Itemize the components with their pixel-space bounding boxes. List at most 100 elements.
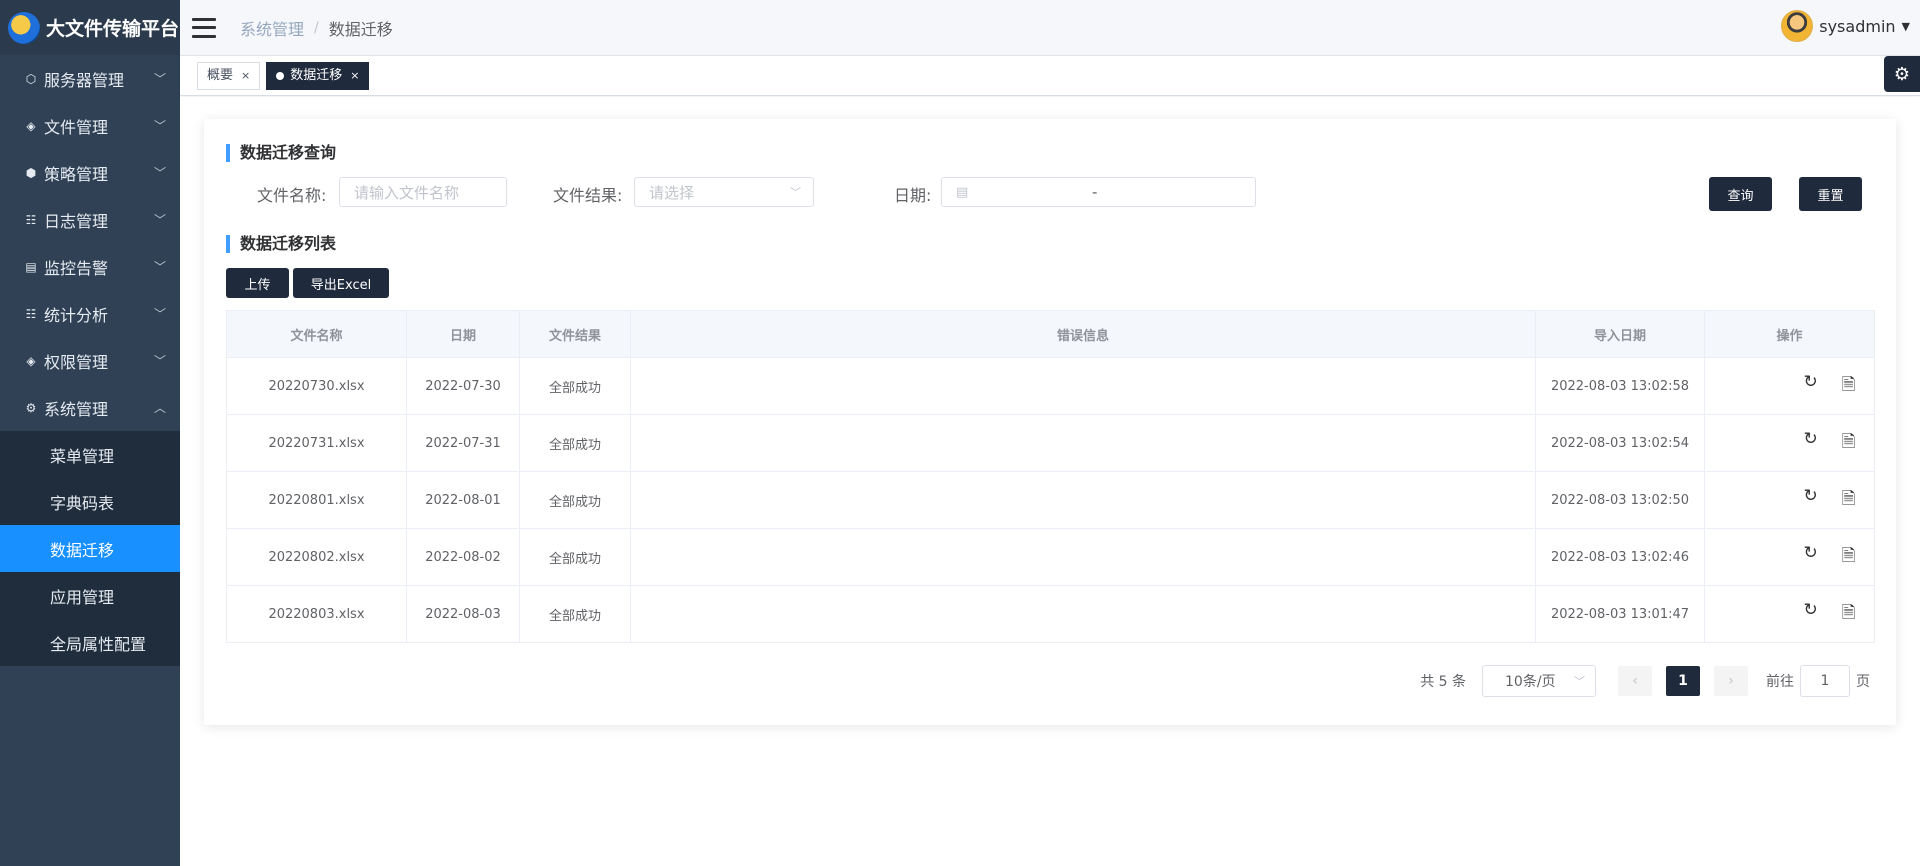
hamburger-menu-icon[interactable] bbox=[192, 17, 216, 38]
next-page-button[interactable]: › bbox=[1714, 666, 1748, 696]
date-range-picker[interactable]: ▤ - bbox=[941, 177, 1256, 207]
document-icon[interactable]: 🗎 bbox=[1842, 600, 1856, 629]
result-select[interactable]: 请选择 ﹀ bbox=[634, 177, 814, 207]
reset-button[interactable]: 重置 bbox=[1799, 177, 1862, 211]
cell-import-date: 2022-08-03 13:02:50 bbox=[1535, 471, 1705, 529]
cell-filename: 20220731.xlsx bbox=[226, 414, 407, 472]
page-size-value: 10条/页 bbox=[1505, 674, 1556, 690]
table-row: 20220803.xlsx 2022-08-03 全部成功 2022-08-03… bbox=[226, 585, 1875, 643]
chevron-left-icon: ‹ bbox=[1632, 673, 1638, 689]
cell-filename: 20220730.xlsx bbox=[226, 357, 407, 415]
date-range-separator: - bbox=[1092, 183, 1098, 201]
sidebar-item-label: 日志管理 bbox=[44, 211, 109, 231]
column-header: 导入日期 bbox=[1535, 310, 1705, 358]
page-unit-label: 页 bbox=[1856, 674, 1870, 690]
goto-label: 前往 bbox=[1766, 674, 1794, 690]
column-header: 文件结果 bbox=[519, 310, 631, 358]
chevron-down-icon: ﹀ bbox=[153, 213, 166, 227]
table-row: 20220801.xlsx 2022-08-01 全部成功 2022-08-03… bbox=[226, 471, 1875, 529]
sidebar-item-stats[interactable]: ☷ 统计分析 ﹀ bbox=[0, 290, 180, 337]
chevron-down-icon: ﹀ bbox=[153, 354, 166, 368]
breadcrumb: 系统管理 / 数据迁移 bbox=[240, 16, 393, 40]
logo-icon bbox=[8, 11, 40, 44]
list-section-title: 数据迁移列表 bbox=[226, 235, 336, 253]
close-icon[interactable]: × bbox=[350, 63, 359, 89]
refresh-icon[interactable]: ↻ bbox=[1804, 372, 1818, 401]
sidebar-item-label: 文件管理 bbox=[44, 117, 109, 137]
cell-actions: ↻ 🗎 bbox=[1704, 528, 1875, 586]
layers-icon: ◈ bbox=[26, 118, 36, 133]
cell-result: 全部成功 bbox=[519, 414, 631, 472]
sidebar-item-label: 策略管理 bbox=[44, 164, 109, 184]
sidebar-item-files[interactable]: ◈ 文件管理 ﹀ bbox=[0, 102, 180, 149]
cell-error bbox=[630, 471, 1536, 529]
cell-result: 全部成功 bbox=[519, 471, 631, 529]
refresh-icon[interactable]: ↻ bbox=[1804, 429, 1818, 458]
cell-date: 2022-08-01 bbox=[406, 471, 520, 529]
sidebar: 大文件传输平台 ⬡ 服务器管理 ﹀ ◈ 文件管理 ﹀ ⬢ 策略管理 ﹀ ☷ 日志… bbox=[0, 0, 180, 866]
migration-table: 文件名称 日期 文件结果 错误信息 导入日期 操作 20220730.xlsx … bbox=[226, 310, 1875, 643]
filename-label: 文件名称: bbox=[257, 186, 327, 205]
settings-gear-icon[interactable]: ⚙ bbox=[1884, 56, 1920, 92]
document-icon[interactable]: 🗎 bbox=[1842, 486, 1856, 515]
breadcrumb-current: 数据迁移 bbox=[328, 19, 393, 39]
search-button[interactable]: 查询 bbox=[1709, 177, 1772, 211]
document-icon[interactable]: 🗎 bbox=[1842, 543, 1856, 572]
query-section-title: 数据迁移查询 bbox=[226, 144, 336, 162]
close-icon[interactable]: × bbox=[241, 63, 250, 89]
shield-icon: ◈ bbox=[26, 353, 36, 368]
result-select-placeholder: 请选择 bbox=[649, 183, 695, 202]
filename-input[interactable]: 请输入文件名称 bbox=[339, 177, 507, 207]
cell-actions: ↻ 🗎 bbox=[1704, 357, 1875, 415]
tag-overview[interactable]: 概要 × bbox=[197, 61, 261, 90]
avatar bbox=[1781, 10, 1814, 42]
refresh-icon[interactable]: ↻ bbox=[1804, 600, 1818, 629]
sidebar-subitem-dictionary[interactable]: 字典码表 bbox=[0, 478, 180, 525]
sidebar-subitem-menu[interactable]: 菜单管理 bbox=[0, 431, 180, 478]
cell-error bbox=[630, 585, 1536, 643]
table-row: 20220730.xlsx 2022-07-30 全部成功 2022-08-03… bbox=[226, 357, 1875, 415]
column-header: 日期 bbox=[406, 310, 520, 358]
sidebar-subitem-global-config[interactable]: 全局属性配置 bbox=[0, 619, 180, 666]
column-header: 错误信息 bbox=[630, 310, 1536, 358]
table-row: 20220731.xlsx 2022-07-31 全部成功 2022-08-03… bbox=[226, 414, 1875, 472]
document-icon[interactable]: 🗎 bbox=[1842, 429, 1856, 458]
sidebar-item-label: 监控告警 bbox=[44, 258, 109, 278]
goto-page-input[interactable]: 1 bbox=[1800, 665, 1850, 697]
sidebar-item-system[interactable]: ⚙ 系统管理 ︿ bbox=[0, 384, 180, 431]
refresh-icon[interactable]: ↻ bbox=[1804, 543, 1818, 572]
table-row: 20220802.xlsx 2022-08-02 全部成功 2022-08-03… bbox=[226, 528, 1875, 586]
page-number-current[interactable]: 1 bbox=[1666, 666, 1700, 696]
cell-error bbox=[630, 414, 1536, 472]
header: 系统管理 / 数据迁移 sysadmin ▼ bbox=[180, 0, 1920, 56]
user-menu[interactable]: sysadmin ▼ bbox=[1781, 10, 1910, 42]
username: sysadmin bbox=[1819, 16, 1896, 36]
sidebar-item-server[interactable]: ⬡ 服务器管理 ﹀ bbox=[0, 55, 180, 102]
sidebar-item-permissions[interactable]: ◈ 权限管理 ﹀ bbox=[0, 337, 180, 384]
breadcrumb-separator: / bbox=[314, 19, 319, 36]
sidebar-item-monitor[interactable]: ▤ 监控告警 ﹀ bbox=[0, 243, 180, 290]
cell-filename: 20220801.xlsx bbox=[226, 471, 407, 529]
cell-date: 2022-08-02 bbox=[406, 528, 520, 586]
sidebar-item-label: 服务器管理 bbox=[44, 70, 125, 90]
sidebar-item-logs[interactable]: ☷ 日志管理 ﹀ bbox=[0, 196, 180, 243]
upload-button[interactable]: 上传 bbox=[226, 268, 289, 298]
sidebar-subitem-apps[interactable]: 应用管理 bbox=[0, 572, 180, 619]
prev-page-button[interactable]: ‹ bbox=[1618, 666, 1652, 696]
tag-label: 概要 bbox=[207, 67, 234, 83]
document-icon[interactable]: 🗎 bbox=[1842, 372, 1856, 401]
caret-down-icon: ▼ bbox=[1901, 19, 1910, 33]
sidebar-subitem-data-migration[interactable]: 数据迁移 bbox=[0, 525, 180, 572]
gear-icon: ⚙ bbox=[25, 400, 37, 415]
page-size-select[interactable]: 10条/页 ﹀ bbox=[1482, 665, 1596, 697]
sidebar-item-strategy[interactable]: ⬢ 策略管理 ﹀ bbox=[0, 149, 180, 196]
chevron-down-icon: ﹀ bbox=[153, 119, 166, 133]
export-excel-button[interactable]: 导出Excel bbox=[293, 268, 389, 298]
breadcrumb-parent[interactable]: 系统管理 bbox=[240, 16, 304, 40]
refresh-icon[interactable]: ↻ bbox=[1804, 486, 1818, 515]
list-icon: ☷ bbox=[25, 212, 37, 227]
tag-data-migration[interactable]: 数据迁移 × bbox=[266, 61, 370, 90]
calendar-icon: ▤ bbox=[956, 184, 969, 200]
chevron-down-icon: ﹀ bbox=[1574, 675, 1585, 688]
chevron-down-icon: ﹀ bbox=[153, 307, 166, 321]
